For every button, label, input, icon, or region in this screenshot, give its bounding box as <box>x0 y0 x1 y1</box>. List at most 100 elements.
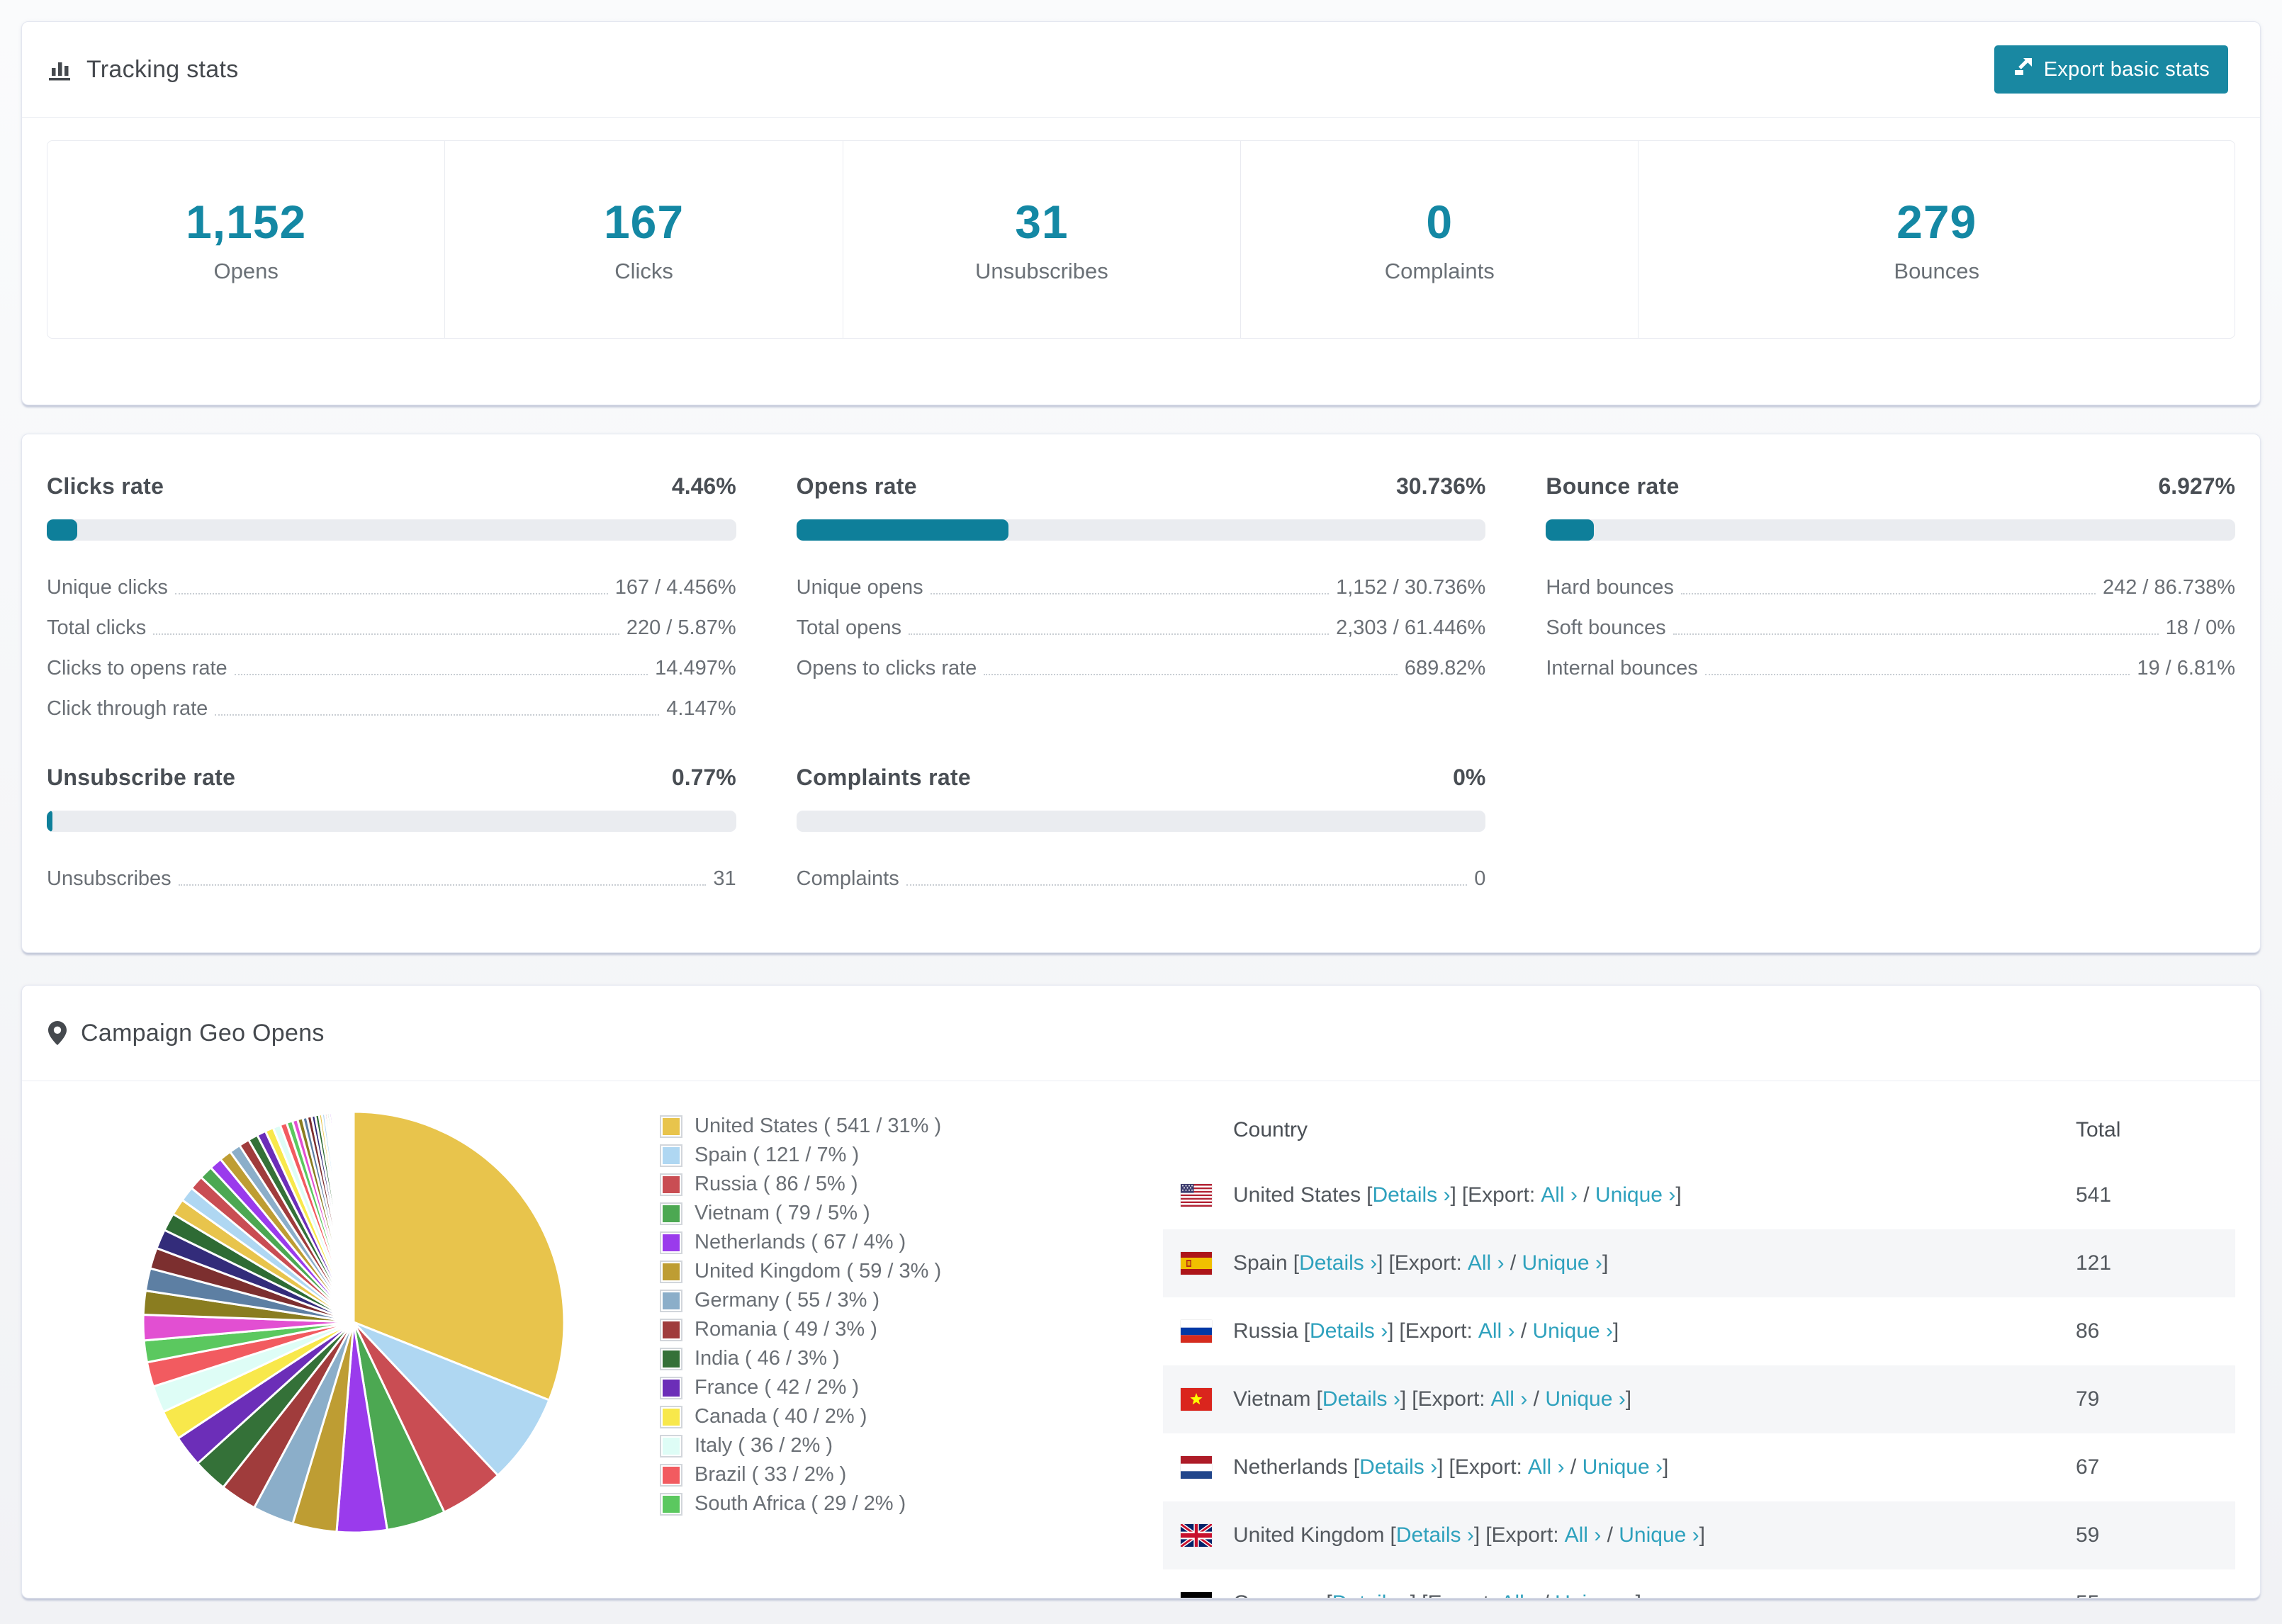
export-unique-link[interactable]: Unique › <box>1583 1455 1663 1479</box>
progress-bar <box>1546 519 2235 541</box>
stat-cell: 1,152 Opens <box>47 141 446 338</box>
legend-label: Russia ( 86 / 5% ) <box>695 1173 858 1195</box>
legend-swatch <box>660 1463 682 1487</box>
dotted-leader <box>174 593 608 594</box>
export-label: Export: <box>1491 1523 1559 1547</box>
details-link[interactable]: Details › <box>1359 1455 1437 1479</box>
stat-cell: 0 Complaints <box>1241 141 1639 338</box>
country-name: Spain <box>1233 1251 1288 1275</box>
details-link[interactable]: Details › <box>1332 1591 1410 1598</box>
geo-table-header: Country Total <box>1163 1099 2235 1161</box>
export-all-link[interactable]: All › <box>1541 1183 1578 1207</box>
detail-label: Hard bounces <box>1546 576 1674 599</box>
stat-value: 0 <box>1426 196 1454 248</box>
export-label: Export: <box>1405 1319 1473 1343</box>
rate-detail-rows: Hard bounces 242 / 86.738% Soft bounces … <box>1546 560 2235 682</box>
legend-item: Italy ( 36 / 2% ) <box>660 1431 1163 1460</box>
rates-grid: Clicks rate 4.46% Unique clicks 167 / 4.… <box>47 473 2235 892</box>
legend-swatch <box>660 1318 682 1341</box>
stat-value: 167 <box>603 196 685 248</box>
progress-bar <box>796 811 1486 832</box>
geo-content: United States ( 541 / 31% ) Spain ( 121 … <box>22 1081 2260 1598</box>
export-icon <box>2013 56 2034 83</box>
country-name: United States <box>1233 1183 1361 1207</box>
detail-label: Unique opens <box>796 576 923 599</box>
map-pin-icon <box>47 1020 68 1046</box>
total-column-header: Total <box>2076 1118 2121 1141</box>
export-unique-link[interactable]: Unique › <box>1619 1523 1699 1547</box>
detail-row: Total opens 2,303 / 61.446% <box>797 601 1486 641</box>
country-total: 541 <box>2076 1183 2112 1207</box>
detail-label: Click through rate <box>47 697 208 720</box>
export-all-link[interactable]: All › <box>1565 1523 1602 1547</box>
legend-item: Romania ( 49 / 3% ) <box>660 1315 1163 1344</box>
country-name: Germany <box>1233 1591 1320 1598</box>
export-unique-link[interactable]: Unique › <box>1555 1591 1635 1598</box>
legend-label: Romania ( 49 / 3% ) <box>695 1318 877 1341</box>
legend-label: India ( 46 / 3% ) <box>695 1347 840 1370</box>
rate-title: Complaints rate <box>796 765 971 790</box>
export-all-link[interactable]: All › <box>1468 1251 1505 1275</box>
details-link[interactable]: Details › <box>1396 1523 1474 1547</box>
dotted-leader <box>153 633 619 635</box>
details-link[interactable]: Details › <box>1310 1319 1388 1343</box>
dotted-leader <box>908 633 1330 635</box>
table-row: United Kingdom [Details ›] [Export: All … <box>1163 1501 2235 1569</box>
country-total: 86 <box>2076 1319 2100 1343</box>
legend-swatch <box>660 1405 682 1428</box>
export-button-label: Export basic stats <box>2043 57 2210 81</box>
export-unique-link[interactable]: Unique › <box>1545 1387 1625 1411</box>
detail-label: Unique clicks <box>47 576 168 599</box>
stat-cell: 167 Clicks <box>445 141 843 338</box>
progress-bar-fill <box>1546 519 1594 541</box>
export-all-link[interactable]: All › <box>1528 1455 1565 1479</box>
dotted-leader <box>1680 593 2096 594</box>
detail-row: Hard bounces 242 / 86.738% <box>1546 560 2235 601</box>
detail-label: Total clicks <box>47 616 147 639</box>
progress-bar <box>47 811 736 832</box>
detail-label: Complaints <box>796 867 899 890</box>
export-all-link[interactable]: All › <box>1478 1319 1515 1343</box>
detail-value: 2,303 / 61.446% <box>1336 616 1486 639</box>
detail-value: 31 <box>713 867 736 890</box>
rate-panel: Unsubscribe rate 0.77% Unsubscribes 31 <box>47 765 736 892</box>
stat-value: 279 <box>1896 196 1977 248</box>
progress-bar <box>796 519 1486 541</box>
details-link[interactable]: Details › <box>1299 1251 1377 1275</box>
export-basic-stats-button[interactable]: Export basic stats <box>1994 45 2228 94</box>
legend-item: Spain ( 121 / 7% ) <box>660 1141 1163 1170</box>
rate-title: Unsubscribe rate <box>47 765 236 790</box>
geo-pie-chart[interactable] <box>137 1106 570 1538</box>
detail-row: Unsubscribes 31 <box>47 852 736 892</box>
export-all-link[interactable]: All › <box>1491 1387 1528 1411</box>
legend-label: Brazil ( 33 / 2% ) <box>695 1463 847 1486</box>
country-flag-icon <box>1181 1252 1212 1275</box>
export-unique-link[interactable]: Unique › <box>1522 1251 1602 1275</box>
country-total: 59 <box>2076 1523 2100 1547</box>
country-name: Vietnam <box>1233 1387 1311 1411</box>
legend-swatch <box>660 1115 682 1138</box>
rate-detail-rows: Unique clicks 167 / 4.456% Total clicks … <box>47 560 736 722</box>
legend-label: Vietnam ( 79 / 5% ) <box>695 1202 870 1224</box>
legend-item: Netherlands ( 67 / 4% ) <box>660 1228 1163 1257</box>
rate-panel: Clicks rate 4.46% Unique clicks 167 / 4.… <box>47 473 736 722</box>
detail-label: Clicks to opens rate <box>47 657 227 680</box>
detail-value: 689.82% <box>1404 657 1486 680</box>
dotted-leader <box>984 674 1398 675</box>
country-flag-icon <box>1181 1320 1212 1343</box>
stat-cell: 279 Bounces <box>1639 141 2235 338</box>
detail-value: 242 / 86.738% <box>2102 576 2235 599</box>
export-unique-link[interactable]: Unique › <box>1533 1319 1613 1343</box>
rate-value: 0.77% <box>671 765 736 790</box>
details-link[interactable]: Details › <box>1322 1387 1400 1411</box>
stat-label: Clicks <box>614 259 673 283</box>
export-label: Export: <box>1454 1455 1522 1479</box>
legend-swatch <box>660 1202 682 1225</box>
pie-slice[interactable] <box>351 1110 354 1324</box>
export-unique-link[interactable]: Unique › <box>1595 1183 1675 1207</box>
details-link[interactable]: Details › <box>1372 1183 1450 1207</box>
legend-label: Canada ( 40 / 2% ) <box>695 1405 867 1428</box>
rate-detail-rows: Unique opens 1,152 / 30.736% Total opens… <box>797 560 1486 682</box>
geo-legend: United States ( 541 / 31% ) Spain ( 121 … <box>660 1099 1163 1598</box>
export-all-link[interactable]: All › <box>1500 1591 1537 1598</box>
